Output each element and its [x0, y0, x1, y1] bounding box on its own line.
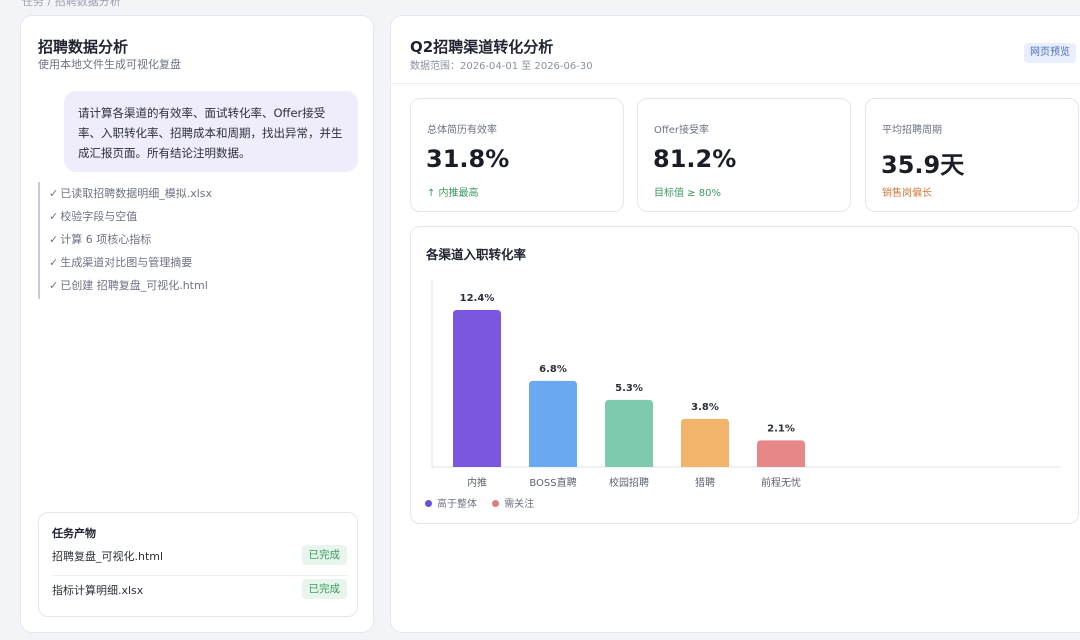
x-tick-label: 前程无忧 [761, 476, 801, 489]
data-range: 数据范围：2026-04-01 至 2026-06-30 [410, 61, 593, 72]
status-badge: 已完成 [301, 579, 347, 599]
divider [391, 83, 1080, 84]
breadcrumb: 任务 / 招聘数据分析 [22, 0, 121, 8]
step-item: ✓ 已创建 招聘复盘_可视化.html [49, 274, 338, 297]
step-label: 生成渠道对比图与管理摘要 [60, 256, 193, 269]
legend-dot-icon [425, 500, 432, 507]
chart-bar [605, 399, 653, 467]
check-icon: ✓ [49, 256, 59, 269]
legend-item-above-overall: 高于整体 [425, 499, 477, 510]
step-label: 已读取招聘数据明细_模拟.xlsx [60, 187, 213, 200]
chart-bar [453, 310, 501, 467]
legend-label: 高于整体 [437, 499, 477, 510]
chart-legend: 高于整体 需关注 [425, 495, 546, 510]
step-label: 已创建 招聘复盘_可视化.html [60, 279, 208, 292]
kpi-note: ↑ 内推最高 [427, 188, 479, 199]
x-tick-label: BOSS直聘 [529, 476, 576, 489]
user-message-bubble: 请计算各渠道的有效率、面试转化率、Offer接受率、入职转化率、招聘成本和周期，… [64, 91, 358, 172]
step-item: ✓ 计算 6 项核心指标 [49, 228, 338, 251]
artifact-item[interactable]: 指标计算明细.xlsx 已完成 [52, 577, 347, 607]
bar-value-label: 12.4% [460, 293, 495, 304]
kpi-value: 31.8% [426, 145, 510, 173]
chat-panel: 招聘数据分析 使用本地文件生成可视化复盘 请计算各渠道的有效率、面试转化率、Of… [20, 15, 374, 633]
task-subtitle: 使用本地文件生成可视化复盘 [38, 58, 181, 71]
bar-chart: 12.4% 内推 6.8% BOSS直聘 5.3% 校园招聘 3.8% 猎聘 2.1% 前程无忧 [431, 280, 1060, 489]
step-item: ✓ 生成渠道对比图与管理摘要 [49, 251, 338, 274]
progress-steps: ✓ 已读取招聘数据明细_模拟.xlsx ✓ 校验字段与空值 ✓ 计算 6 项核心指标 … [38, 182, 338, 299]
status-badge: 已完成 [301, 545, 347, 565]
step-label: 计算 6 项核心指标 [60, 233, 152, 246]
kpi-label: Offer接受率 [654, 125, 710, 136]
chart-bar [757, 440, 805, 467]
channel-conversion-chart-card: 各渠道入职转化率 12.4% 内推 6.8% BOSS直聘 5.3% 校园招聘 3.8% 猎聘… [410, 226, 1079, 524]
kpi-card-hiring-cycle: 平均招聘周期 35.9天 销售岗偏长 [865, 98, 1079, 212]
chart-bar [529, 380, 577, 467]
bar-value-label: 2.1% [767, 423, 795, 434]
task-title: 招聘数据分析 [38, 38, 129, 56]
check-icon: ✓ [49, 210, 59, 223]
step-label: 校验字段与空值 [60, 210, 138, 223]
artifact-name[interactable]: 招聘复盘_可视化.html [52, 548, 163, 564]
kpi-label: 总体简历有效率 [427, 125, 497, 136]
step-item: ✓ 校验字段与空值 [49, 205, 338, 228]
kpi-card-resume-validity: 总体简历有效率 31.8% ↑ 内推最高 [410, 98, 624, 212]
x-tick-label: 校园招聘 [609, 476, 649, 489]
check-icon: ✓ [49, 233, 59, 246]
kpi-note: 销售岗偏长 [882, 188, 932, 199]
x-tick-label: 内推 [467, 476, 487, 489]
check-icon: ✓ [49, 187, 59, 200]
artifacts-title: 任务产物 [52, 527, 96, 540]
bar-value-label: 5.3% [615, 383, 643, 394]
report-title: Q2招聘渠道转化分析 [410, 38, 554, 56]
kpi-card-offer-acceptance: Offer接受率 81.2% 目标值 ≥ 80% [637, 98, 851, 212]
bar-value-label: 3.8% [691, 402, 719, 413]
artifact-name[interactable]: 指标计算明细.xlsx [52, 582, 143, 598]
artifact-item[interactable]: 招聘复盘_可视化.html 已完成 [52, 543, 347, 576]
kpi-value: 35.9天 [881, 151, 965, 179]
web-preview-button[interactable]: 网页预览 [1024, 43, 1076, 63]
legend-label: 需关注 [504, 499, 535, 510]
chart-bar [681, 418, 729, 467]
bar-value-label: 6.8% [539, 364, 567, 375]
preview-panel: Q2招聘渠道转化分析 数据范围：2026-04-01 至 2026-06-30 … [390, 15, 1080, 633]
legend-item-needs-attention: 需关注 [492, 499, 534, 510]
kpi-label: 平均招聘周期 [882, 125, 942, 136]
legend-dot-icon [492, 500, 500, 507]
step-item: ✓ 已读取招聘数据明细_模拟.xlsx [49, 182, 338, 205]
check-icon: ✓ [49, 279, 59, 292]
artifacts-card: 任务产物 招聘复盘_可视化.html 已完成 指标计算明细.xlsx 已完成 [38, 512, 358, 617]
kpi-value: 81.2% [653, 145, 737, 173]
kpi-note: 目标值 ≥ 80% [654, 188, 721, 199]
x-tick-label: 猎聘 [695, 476, 715, 489]
